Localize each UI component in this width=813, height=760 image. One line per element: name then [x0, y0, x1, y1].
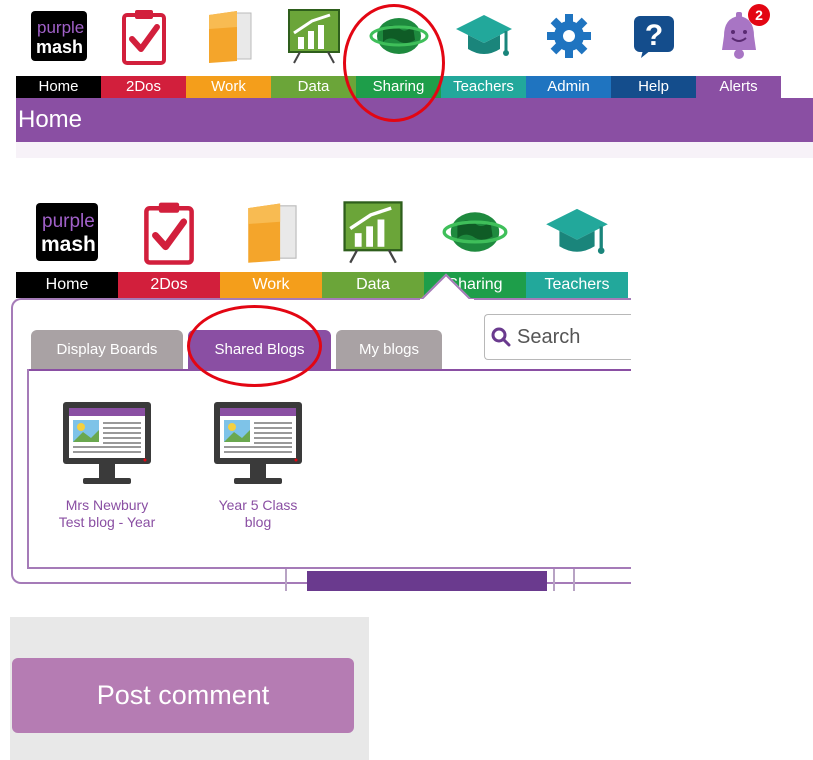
nav2-teachers[interactable]: Teachers — [526, 190, 628, 298]
nav2-data-label: Data — [322, 272, 424, 298]
nav-2dos[interactable]: 2Dos — [101, 0, 186, 98]
tab-shared-blogs[interactable]: Shared Blogs — [188, 330, 331, 370]
folder-icon — [248, 203, 297, 263]
nav-sharing-label: Sharing — [356, 76, 441, 98]
blog-title: Year 5 Class blog — [218, 497, 298, 530]
monitor-blog-icon — [63, 402, 151, 484]
clipboard-check-icon — [144, 202, 194, 265]
tab-my-blogs[interactable]: My blogs — [336, 330, 442, 370]
graduation-cap-icon — [455, 15, 512, 56]
nav2-2dos-label: 2Dos — [118, 272, 220, 298]
nav-admin-label: Admin — [526, 76, 611, 98]
main-nav-bar: purple mash Home 2Dos Work Data Sharing … — [16, 0, 781, 98]
tab-underline — [27, 369, 631, 371]
nav2-teachers-label: Teachers — [526, 272, 628, 298]
tab-display-boards[interactable]: Display Boards — [31, 330, 183, 370]
nav-teachers-label: Teachers — [441, 76, 526, 98]
search-placeholder: Search — [517, 325, 581, 348]
globe-icon — [442, 212, 508, 252]
svg-text:purple: purple — [37, 18, 84, 37]
nav2-home-label: Home — [16, 272, 118, 298]
folder-icon — [208, 11, 251, 63]
search-input[interactable]: Search — [484, 314, 631, 360]
nav2-data[interactable]: Data — [322, 190, 424, 298]
svg-text:purple: purple — [42, 211, 95, 232]
nav-work[interactable]: Work — [186, 0, 271, 98]
nav2-work-label: Work — [220, 272, 322, 298]
secondary-nav-bar: purple mash Home 2Dos Work Data Sharing … — [16, 190, 628, 298]
purple-mash-logo-icon: purple mash — [30, 11, 87, 61]
alerts-badge: 2 — [748, 4, 770, 26]
chart-board-icon — [343, 201, 403, 264]
nav-teachers[interactable]: Teachers — [441, 0, 526, 98]
nav-2dos-label: 2Dos — [101, 76, 186, 98]
nav-sharing[interactable]: Sharing — [356, 0, 441, 98]
nav2-work[interactable]: Work — [220, 190, 322, 298]
title-bar-shadow — [16, 142, 813, 158]
question-icon: ? — [633, 16, 674, 58]
gear-icon — [546, 14, 591, 58]
nav-data[interactable]: Data — [271, 0, 356, 98]
background-page-fragment — [285, 569, 575, 591]
nav-help[interactable]: ? Help — [611, 0, 696, 98]
nav-admin[interactable]: Admin — [526, 0, 611, 98]
graduation-cap-icon — [546, 208, 608, 254]
purple-mash-logo-icon: purple mash — [36, 203, 98, 261]
blog-title: Mrs Newbury Test blog - Year — [58, 497, 156, 530]
blog-item[interactable]: Year 5 Class blog — [198, 400, 318, 531]
monitor-blog-icon — [214, 402, 302, 484]
nav-help-label: Help — [611, 76, 696, 98]
nav-alerts-label: Alerts — [696, 76, 781, 98]
nav-data-label: Data — [271, 76, 356, 98]
nav-home[interactable]: purple mash Home — [16, 0, 101, 98]
svg-text:?: ? — [644, 19, 662, 52]
nav2-2dos[interactable]: 2Dos — [118, 190, 220, 298]
chart-board-icon — [287, 9, 340, 64]
blog-item[interactable]: Mrs Newbury Test blog - Year — [47, 400, 167, 531]
globe-icon — [369, 18, 428, 54]
svg-text:mash: mash — [36, 37, 83, 57]
nav-work-label: Work — [186, 76, 271, 98]
svg-text:mash: mash — [41, 233, 96, 256]
post-comment-button[interactable]: Post comment — [12, 658, 354, 733]
nav-home-label: Home — [16, 76, 101, 98]
clipboard-check-icon — [121, 10, 166, 65]
nav2-home[interactable]: purple mash Home — [16, 190, 118, 298]
search-icon — [491, 327, 511, 347]
nav-alerts[interactable]: 2 Alerts — [696, 0, 781, 98]
page-title: Home — [16, 98, 813, 142]
